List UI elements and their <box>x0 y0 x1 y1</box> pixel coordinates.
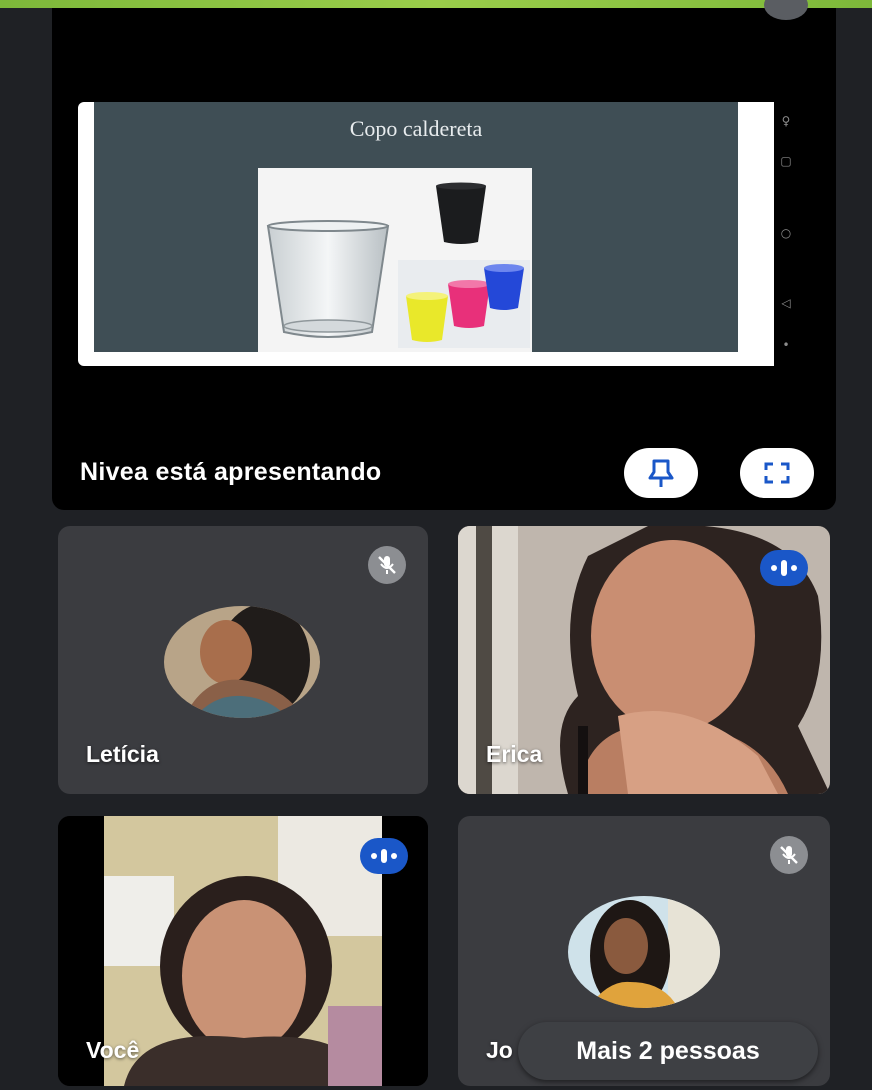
participant-tile-video[interactable]: Erica <box>458 526 830 794</box>
avatar <box>568 896 720 1008</box>
presenter-label: Nivea está apresentando <box>80 458 382 486</box>
top-status-strip <box>0 0 872 8</box>
shared-screen: Copo caldereta ♀ ▢ ○ ◁ • <box>78 102 798 366</box>
mic-off-icon <box>780 846 798 864</box>
fullscreen-icon <box>764 462 790 484</box>
back-icon[interactable]: ◁ <box>774 296 798 310</box>
recents-icon[interactable]: ▢ <box>774 154 798 168</box>
presentation-tile[interactable]: Copo caldereta ♀ ▢ ○ ◁ • Nivea está apre… <box>52 0 836 510</box>
more-people-button[interactable]: Mais 2 pessoas <box>518 1022 818 1080</box>
home-icon[interactable]: ○ <box>774 226 798 240</box>
clear-glass-image <box>266 220 390 338</box>
nav-dot-icon: • <box>782 338 790 352</box>
mic-off-icon <box>378 556 396 574</box>
mic-muted-badge <box>368 546 406 584</box>
participant-name: Letícia <box>86 741 159 767</box>
speaking-indicator <box>760 550 808 586</box>
pin-icon <box>648 459 674 487</box>
slide-title: Copo caldereta <box>349 116 483 141</box>
slide: Copo caldereta <box>94 102 738 352</box>
speaking-indicator <box>360 838 408 874</box>
colored-cups-image <box>398 260 530 348</box>
participant-name: Erica <box>486 741 543 767</box>
participant-name: Você <box>86 1037 140 1063</box>
black-cup-image <box>436 182 486 244</box>
android-nav-bar: ♀ ▢ ○ ◁ • <box>774 102 798 366</box>
mic-muted-badge <box>770 836 808 874</box>
self-view-tile[interactable]: Você <box>58 816 428 1086</box>
slide-image-cups <box>258 168 532 352</box>
participant-tile[interactable]: Letícia <box>58 526 428 794</box>
pin-button[interactable] <box>624 448 698 498</box>
overflow-button[interactable] <box>764 0 808 20</box>
accessibility-icon: ♀ <box>781 114 791 128</box>
participant-name: Jo <box>486 1037 513 1063</box>
fullscreen-button[interactable] <box>740 448 814 498</box>
avatar <box>164 606 320 718</box>
